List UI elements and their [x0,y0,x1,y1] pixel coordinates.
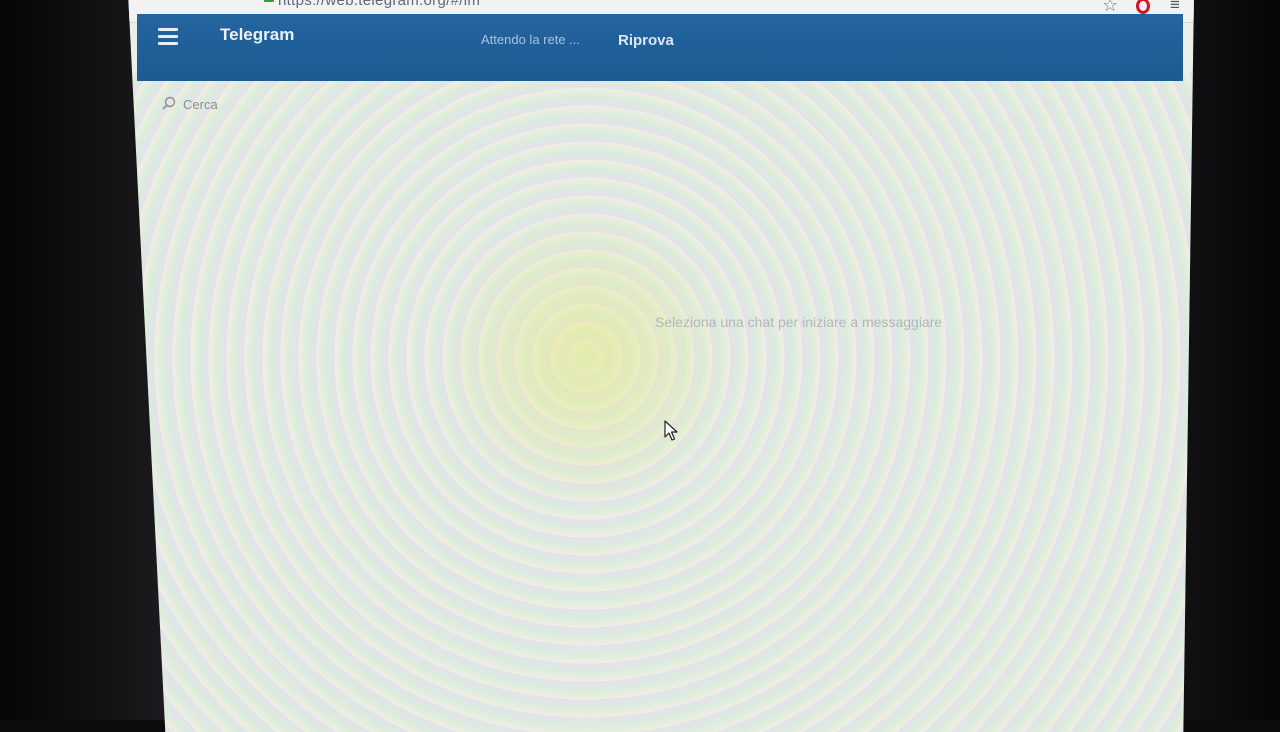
secure-lock-icon [264,0,274,2]
monitor-screen: https://web.telegram.org/#/im ☆ ≡ Telegr… [128,0,1194,732]
empty-chat-message: Seleziona una chat per iniziare a messag… [655,314,943,330]
moire-overlay [128,72,1194,732]
app-title: Telegram [220,25,295,44]
address-bar[interactable]: https://web.telegram.org/#/im [278,0,480,9]
hamburger-menu-icon[interactable] [158,28,178,46]
app-header: Telegram Attendo la rete ... Riprova [137,14,1183,81]
opera-icon[interactable] [1136,0,1150,14]
search-input[interactable] [183,94,373,114]
browser-menu-icon[interactable]: ≡ [1170,0,1180,14]
mouse-cursor-icon [664,420,678,441]
retry-button[interactable]: Riprova [618,32,674,49]
search-icon [162,96,176,110]
connection-status: Attendo la rete ... [481,32,581,47]
bookmark-star-icon[interactable]: ☆ [1102,0,1118,14]
search-bar[interactable] [162,94,382,114]
